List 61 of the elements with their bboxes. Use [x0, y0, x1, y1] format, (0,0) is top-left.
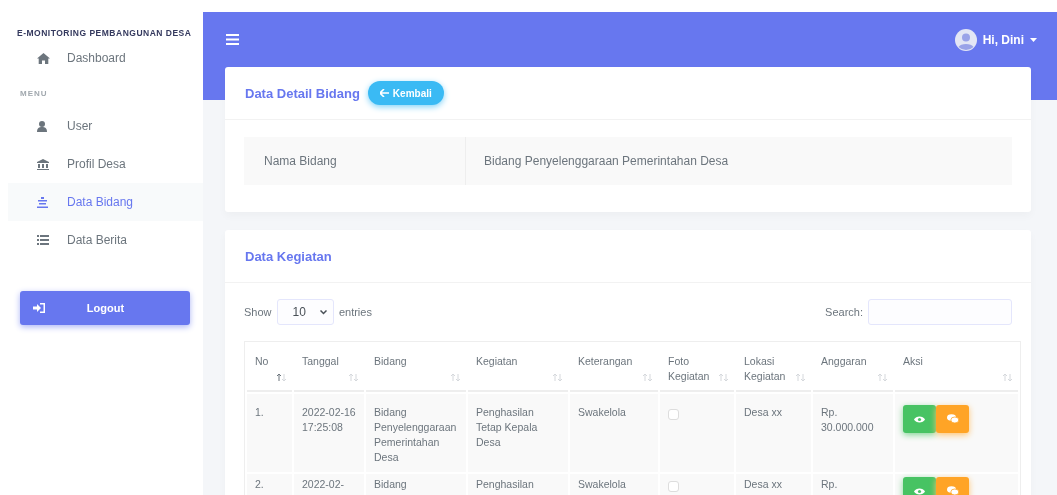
table-cell: Swakelola: [570, 474, 658, 495]
column-header[interactable]: Lokasi Kegiatan: [736, 344, 811, 392]
table-cell: Bidang: [366, 474, 466, 495]
column-header[interactable]: Kegiatan: [468, 344, 568, 392]
menu-icon[interactable]: [226, 34, 239, 45]
column-header[interactable]: Tanggal: [294, 344, 364, 392]
chevron-down-icon: [319, 309, 327, 315]
caret-icon: [1030, 37, 1037, 42]
user-menu[interactable]: Hi, Dini: [954, 28, 1037, 51]
sidebar-item[interactable]: Profil Desa: [8, 145, 203, 183]
table-cell: Desa xx: [736, 474, 811, 495]
card-title: Data Kegiatan: [245, 248, 332, 264]
field-value: Bidang Penyelenggaraan Pemerintahan Desa: [483, 154, 729, 168]
sidebar-item[interactable]: Data Berita: [8, 221, 203, 259]
search-label: Search:: [825, 306, 863, 318]
column-header[interactable]: Aksi: [895, 344, 1018, 392]
column-header[interactable]: Foto Kegiatan: [660, 344, 734, 392]
brand-title: E-MONITORING PEMBANGUNAN DESA: [16, 27, 193, 39]
comments-icon: [946, 486, 959, 495]
building-icon: [37, 158, 49, 170]
list-icon: [37, 235, 49, 245]
view-button[interactable]: [903, 405, 936, 433]
entries-select[interactable]: 10: [276, 299, 334, 325]
sort-icon[interactable]: [277, 373, 286, 382]
photo-placeholder: [668, 481, 679, 492]
user-icon: [37, 120, 47, 132]
sign-in-icon: [33, 303, 45, 313]
table-cell: Rp. 30.000.000: [813, 394, 893, 472]
card-title: Data Detail Bidang: [245, 85, 360, 101]
home-icon: [37, 52, 50, 64]
avatar-icon: [954, 28, 977, 51]
eye-icon: [914, 415, 925, 423]
entries-label: entries: [338, 306, 372, 318]
search-field[interactable]: [868, 299, 1012, 325]
table-cell: Desa xx: [736, 394, 811, 472]
section-heading: MENU: [19, 88, 48, 100]
table-cell: Bidang Penyelenggaraan Pemerintahan Desa: [366, 394, 466, 472]
comments-icon: [946, 414, 959, 424]
stack-icon: [37, 196, 48, 208]
logout-button[interactable]: Logout: [20, 291, 190, 325]
sidebar-item[interactable]: Data Bidang: [8, 183, 203, 221]
column-header[interactable]: Bidang: [366, 344, 466, 392]
table-cell: 2.: [247, 474, 292, 495]
table-cell: 2022-02-16 17:25:08: [294, 394, 364, 472]
show-label: Show: [244, 306, 272, 318]
column-header[interactable]: Keterangan: [570, 344, 658, 392]
table-cell: Penghasilan: [468, 474, 568, 495]
table-cell: 1.: [247, 394, 292, 472]
comment-button[interactable]: [936, 405, 969, 433]
table-cell: Penghasilan Tetap Kepala Desa: [468, 394, 568, 472]
sidebar-item[interactable]: User: [8, 107, 203, 145]
table-cell: Rp.: [813, 474, 893, 495]
table-cell: 2022-02-: [294, 474, 364, 495]
table-cell: Swakelola: [570, 394, 658, 472]
column-header[interactable]: No: [247, 344, 292, 392]
field-label: Nama Bidang: [264, 154, 337, 168]
sidebar-item[interactable]: Dashboard: [8, 39, 203, 77]
eye-icon: [914, 487, 925, 495]
arrow-left-icon: [379, 89, 389, 97]
photo-placeholder: [668, 409, 679, 420]
column-header[interactable]: Anggaran: [813, 344, 893, 392]
